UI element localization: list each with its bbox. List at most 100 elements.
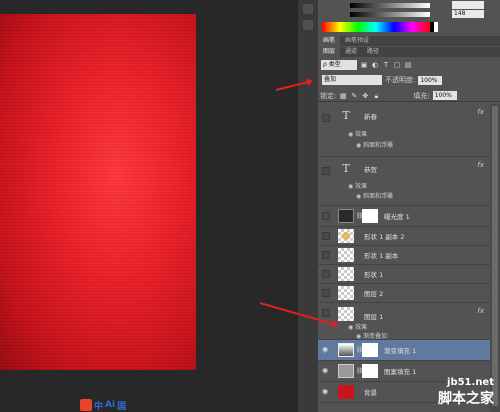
layers-list: T 新春 fx ◉ 效果 ◉ 斜面和浮雕 T 恭贺 fx ◉ 效果 ◉ 斜面和浮… [318,104,490,403]
canvas-image[interactable] [0,14,196,370]
visibility-toggle[interactable] [322,270,330,278]
visibility-toggle[interactable] [322,232,330,240]
effects-label: ◉ 效果 [348,183,368,190]
layer-name[interactable]: 曝光度 1 [384,211,410,221]
white-swatch[interactable] [434,22,438,32]
layer-name[interactable]: 形状 1 [364,269,383,279]
layer-mask-thumbnail[interactable] [362,343,378,357]
layer-name[interactable]: 图案填充 1 [384,366,416,376]
layer-name[interactable]: 形状 1 副本 [364,250,398,260]
fx-icon[interactable]: fx [477,307,484,315]
layer-row[interactable]: ⛓ 曝光度 1 [318,206,490,227]
layer-row[interactable]: 图层 2 [318,284,490,303]
fx-icon[interactable]: fx [477,108,484,116]
layer-thumbnail[interactable] [338,385,354,399]
layer-thumbnail[interactable] [338,248,354,262]
fx-icon[interactable]: fx [477,161,484,169]
slider-value[interactable] [452,1,484,9]
visibility-toggle[interactable] [322,309,330,317]
smart-object-filter-icon[interactable]: ▤ [404,61,412,69]
layer-row[interactable]: 图层 1 fx ◉ 效果 ◉ 渐变叠加 [318,303,490,340]
effect-item: ◉ 斜面和浮雕 [356,142,394,149]
visibility-toggle[interactable] [322,167,330,175]
layers-tabbar: 图层 通道 路径 [318,47,500,57]
layer-thumbnail[interactable] [338,267,354,281]
layer-row[interactable]: 形状 1 副本 [318,246,490,265]
canvas-bottom-overlay: 中 Ai 国 [80,398,190,412]
panel-dock-strip [298,0,318,412]
layer-kind-select[interactable]: ρ 类型 [321,60,357,70]
adjustment-icon [338,209,354,223]
lock-row: 锁定: ▦ ✎ ✥ 🔒︎ 填充: 100% [318,90,500,102]
gradient-fill-icon[interactable] [338,343,354,357]
color-slider[interactable] [350,11,430,17]
layer-name[interactable]: 恭贺 [364,164,377,174]
overlay-text-1: 中 [94,401,104,412]
visibility-toggle[interactable] [322,289,330,297]
layer-row[interactable]: 形状 1 [318,265,490,284]
shape-filter-icon[interactable]: ▢ [393,61,401,69]
visibility-toggle[interactable] [322,251,330,259]
tab-brush[interactable]: 画笔 [318,36,341,46]
text-layer-icon: T [342,109,350,122]
document-canvas-area[interactable]: 中 Ai 国 [0,0,298,412]
lock-move-icon[interactable]: ✥ [361,92,369,100]
layer-filter-row: ρ 类型 ▣ ◐ T ▢ ▤ [318,58,500,72]
tab-layers[interactable]: 图层 [318,47,341,57]
dock-icon[interactable] [303,20,313,30]
effect-item: ◉ 渐变叠加 [356,333,388,340]
layer-row[interactable]: T 恭贺 fx ◉ 效果 ◉ 斜面和浮雕 [318,157,490,206]
layer-name[interactable]: 新春 [364,111,377,121]
watermark: jb51.net 脚本之家 [438,377,494,408]
tab-paths[interactable]: 路径 [362,47,384,57]
color-spectrum[interactable] [322,22,430,32]
color-panel: 148 [318,0,500,32]
scrollbar-thumb[interactable] [492,106,498,406]
type-filter-icon[interactable]: T [382,61,390,69]
text-layer-icon: T [342,162,350,175]
blend-mode-select[interactable]: 叠加 [322,75,382,85]
overlay-text-2: Ai [105,400,116,410]
visibility-toggle[interactable] [322,114,330,122]
layer-thumbnail[interactable] [338,229,354,243]
layer-row[interactable]: 形状 1 副本 2 [318,227,490,246]
tab-channels[interactable]: 通道 [340,47,362,57]
layer-mask-thumbnail[interactable] [362,209,378,223]
layer-thumbnail[interactable] [338,307,354,321]
tab-brush-presets[interactable]: 画笔预设 [340,36,374,46]
layers-panel: 148 画笔 画笔预设 图层 通道 路径 ρ 类型 ▣ ◐ T ▢ ▤ 叠加 不… [318,0,500,412]
layer-name[interactable]: 背景 [364,387,377,397]
lock-transparent-icon[interactable]: ▦ [339,92,347,100]
logo-icon [80,399,92,411]
layer-row[interactable]: T 新春 fx ◉ 效果 ◉ 斜面和浮雕 [318,104,490,157]
fill-input[interactable]: 100% [432,91,457,100]
layer-name[interactable]: 形状 1 副本 2 [364,231,404,241]
eye-icon[interactable]: ◉ [322,367,329,375]
layer-name[interactable]: 渐变填充 1 [384,345,416,355]
adjustment-filter-icon[interactable]: ◐ [371,61,379,69]
layer-thumbnail[interactable] [338,286,354,300]
layer-mask-thumbnail[interactable] [362,364,378,378]
fill-label: 填充: [413,91,430,100]
eye-icon[interactable]: ◉ [322,388,329,396]
layers-scrollbar[interactable] [490,104,500,412]
layer-name[interactable]: 图层 2 [364,288,383,298]
effect-item: ◉ 斜面和浮雕 [356,193,394,200]
opacity-input[interactable]: 100% [418,75,443,85]
eye-icon[interactable]: ◉ [322,346,329,354]
lock-all-icon[interactable]: 🔒︎ [372,92,380,100]
lock-paint-icon[interactable]: ✎ [350,92,358,100]
pattern-fill-icon[interactable] [338,364,354,378]
brush-tabbar: 画笔 画笔预设 [318,36,500,46]
pixel-filter-icon[interactable]: ▣ [360,61,368,69]
slider-row[interactable]: 148 [320,10,484,18]
slider-row[interactable] [320,1,484,9]
dock-icon[interactable] [303,4,313,14]
visibility-toggle[interactable] [322,212,330,220]
opacity-label: 不透明度: [385,76,416,84]
layer-name[interactable]: 图层 1 [364,311,383,321]
blend-row: 叠加 不透明度: 100% [318,74,500,86]
slider-value[interactable]: 148 [452,10,484,18]
layer-row-selected[interactable]: ◉ ⛓ 渐变填充 1 [318,340,490,361]
color-slider[interactable] [350,2,430,8]
